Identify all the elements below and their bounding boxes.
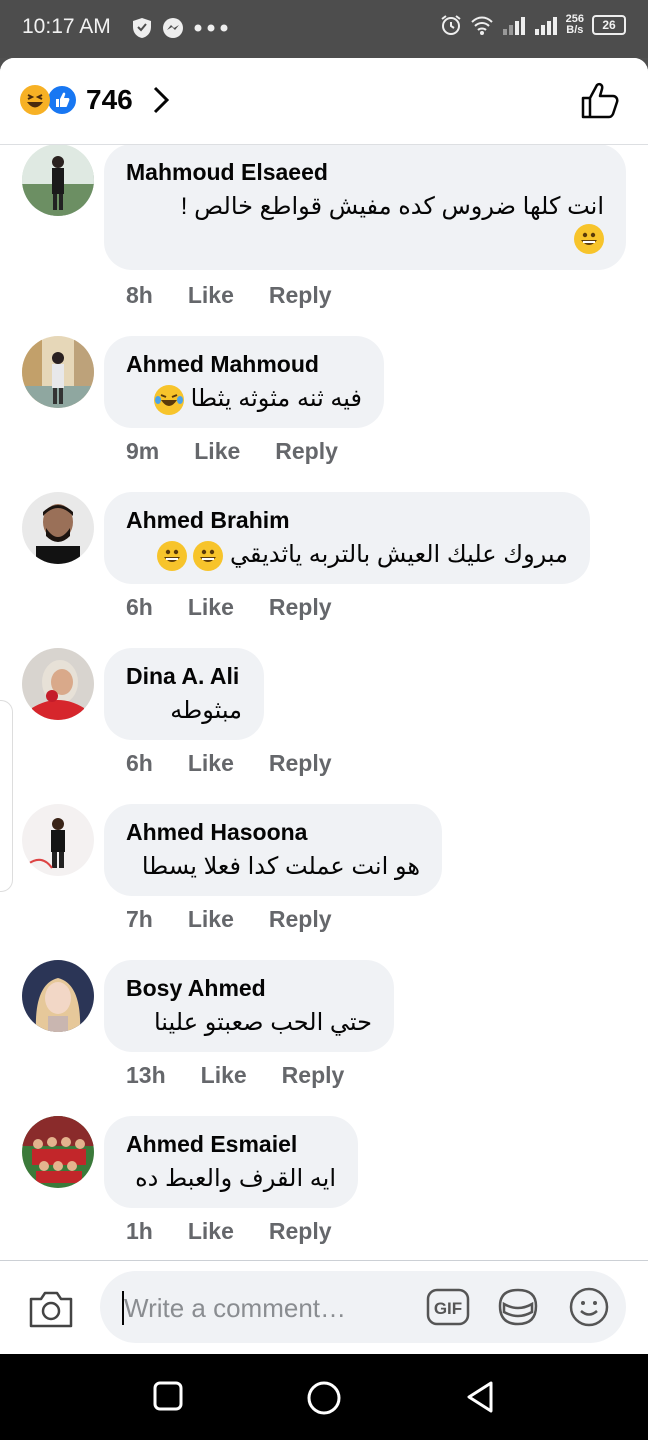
avatar[interactable] xyxy=(22,648,94,720)
commenter-name[interactable]: Mahmoud Elsaeed xyxy=(126,158,604,186)
comment-bubble[interactable]: Dina A. Ali مبثوطه xyxy=(104,648,264,740)
haha-icon xyxy=(20,85,50,115)
like-icon xyxy=(46,84,78,116)
like-button[interactable]: Like xyxy=(188,282,234,309)
comment-actions: 9m Like Reply xyxy=(126,438,373,465)
like-button[interactable]: Like xyxy=(188,594,234,621)
grinning-face-icon xyxy=(193,540,224,571)
comments-sheet: 746 Mahmoud Elsaeed انت كلها ضروس كده مف… xyxy=(0,58,648,1354)
avatar[interactable] xyxy=(22,492,94,564)
network-speed: 256 B/s xyxy=(565,13,584,36)
reply-button[interactable]: Reply xyxy=(269,1218,332,1245)
comment-list: Mahmoud Elsaeed انت كلها ضروس كده مفيش ق… xyxy=(0,144,648,1258)
like-button[interactable]: Like xyxy=(188,750,234,777)
recents-icon[interactable] xyxy=(152,1380,184,1412)
comment-actions: 8h Like Reply xyxy=(126,282,367,309)
commenter-name[interactable]: Ahmed Esmaiel xyxy=(126,1130,336,1158)
comment-actions: 6h Like Reply xyxy=(126,594,367,621)
comment-text: هو انت عملت كدا فعلا يسطا xyxy=(141,853,420,880)
signal-icon xyxy=(502,17,525,35)
comment-actions: 13h Like Reply xyxy=(126,1062,379,1089)
comment-composer: GIF xyxy=(0,1260,648,1354)
home-icon[interactable] xyxy=(306,1380,342,1416)
status-bar: 10:17 AM 256 B/s 26 xyxy=(0,0,648,58)
gif-label: GIF xyxy=(434,1299,462,1318)
comment-time: 1h xyxy=(126,1218,153,1244)
comment-time: 6h xyxy=(126,594,153,620)
commenter-name[interactable]: Ahmed Mahmoud xyxy=(126,350,362,378)
comment-bubble[interactable]: Ahmed Mahmoud فيه ثنه مثوثه يثطا xyxy=(104,336,384,428)
more-dots-icon xyxy=(194,24,228,32)
status-time: 10:17 AM xyxy=(22,15,111,38)
comment-text: ايه القرف والعبط ده xyxy=(135,1165,336,1192)
avatar[interactable] xyxy=(22,960,94,1032)
chevron-right-icon xyxy=(153,86,169,114)
reply-button[interactable]: Reply xyxy=(275,438,338,465)
like-button[interactable]: Like xyxy=(201,1062,247,1089)
comment-text: انت كلها ضروس كده مفيش قواطع خالص ! xyxy=(126,190,604,254)
reply-button[interactable]: Reply xyxy=(269,750,332,777)
emoji-icon[interactable] xyxy=(568,1286,610,1328)
comment-actions: 1h Like Reply xyxy=(126,1218,367,1245)
like-outline-icon[interactable] xyxy=(580,82,620,120)
comment-time: 13h xyxy=(126,1062,166,1088)
comment-actions: 7h Like Reply xyxy=(126,906,367,933)
avatar[interactable] xyxy=(22,804,94,876)
sticker-icon[interactable] xyxy=(496,1286,540,1328)
comment-time: 9m xyxy=(126,438,160,464)
comment-bubble[interactable]: Bosy Ahmed حتي الحب صعبتو علينا xyxy=(104,960,394,1052)
like-button[interactable]: Like xyxy=(194,438,240,465)
like-button[interactable]: Like xyxy=(188,1218,234,1245)
side-panel-handle[interactable] xyxy=(0,700,13,892)
comment-input-box[interactable]: GIF xyxy=(100,1271,626,1345)
reply-button[interactable]: Reply xyxy=(269,906,332,933)
grinning-face-icon xyxy=(574,224,604,254)
comment-bubble[interactable]: Ahmed Esmaiel ايه القرف والعبط ده xyxy=(104,1116,358,1208)
back-icon[interactable] xyxy=(464,1380,496,1414)
comment-time: 7h xyxy=(126,906,153,932)
commenter-name[interactable]: Ahmed Brahim xyxy=(126,506,568,534)
avatar[interactable] xyxy=(22,336,94,408)
tears-of-joy-icon xyxy=(153,384,184,415)
camera-icon[interactable] xyxy=(28,1289,74,1329)
commenter-name[interactable]: Dina A. Ali xyxy=(126,662,242,690)
reaction-count: 746 xyxy=(86,84,133,115)
avatar[interactable] xyxy=(22,1116,94,1188)
wifi-icon xyxy=(470,16,493,35)
comment-text: فيه ثنه مثوثه يثطا xyxy=(126,382,362,416)
grinning-face-icon xyxy=(156,540,187,571)
reply-button[interactable]: Reply xyxy=(269,594,332,621)
reply-button[interactable]: Reply xyxy=(282,1062,345,1089)
comment-actions: 6h Like Reply xyxy=(126,750,367,777)
system-nav-bar xyxy=(0,1354,648,1440)
gif-icon[interactable]: GIF xyxy=(426,1288,470,1326)
like-button[interactable]: Like xyxy=(188,906,234,933)
comment-text: مبثوطه xyxy=(170,697,242,724)
comment-text: حتي الحب صعبتو علينا xyxy=(153,1009,372,1036)
shield-icon xyxy=(133,18,151,38)
reactions-header: 746 xyxy=(0,58,648,145)
comment-bubble[interactable]: Ahmed Brahim مبروك عليك العيش بالتربه يا… xyxy=(104,492,590,584)
comment-text: مبروك عليك العيش بالتربه ياثديقي xyxy=(126,538,568,572)
messenger-icon xyxy=(163,18,183,38)
commenter-name[interactable]: Ahmed Hasoona xyxy=(126,818,420,846)
reply-button[interactable]: Reply xyxy=(269,282,332,309)
commenter-name[interactable]: Bosy Ahmed xyxy=(126,974,372,1002)
comment-input[interactable] xyxy=(122,1271,416,1345)
signal-icon-2 xyxy=(534,17,557,35)
comment-time: 8h xyxy=(126,282,153,308)
comment-time: 6h xyxy=(126,750,153,776)
alarm-icon xyxy=(441,15,461,35)
reactions-summary[interactable]: 746 xyxy=(20,84,169,116)
battery-icon: 26 xyxy=(592,15,626,35)
comment-bubble[interactable]: Ahmed Hasoona هو انت عملت كدا فعلا يسطا xyxy=(104,804,442,896)
avatar[interactable] xyxy=(22,144,94,216)
comment-bubble[interactable]: Mahmoud Elsaeed انت كلها ضروس كده مفيش ق… xyxy=(104,144,626,270)
